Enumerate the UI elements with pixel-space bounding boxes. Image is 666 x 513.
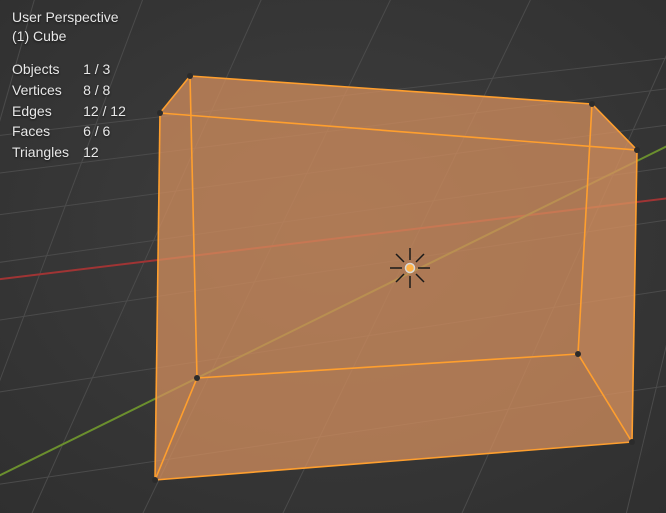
mesh-cube[interactable] <box>152 73 640 483</box>
cursor-3d-icon <box>390 248 430 288</box>
viewport-3d[interactable]: User Perspective (1) Cube Objects 1 / 3 … <box>0 0 666 513</box>
cube-face-front <box>155 113 637 480</box>
viewport-canvas[interactable] <box>0 0 666 513</box>
